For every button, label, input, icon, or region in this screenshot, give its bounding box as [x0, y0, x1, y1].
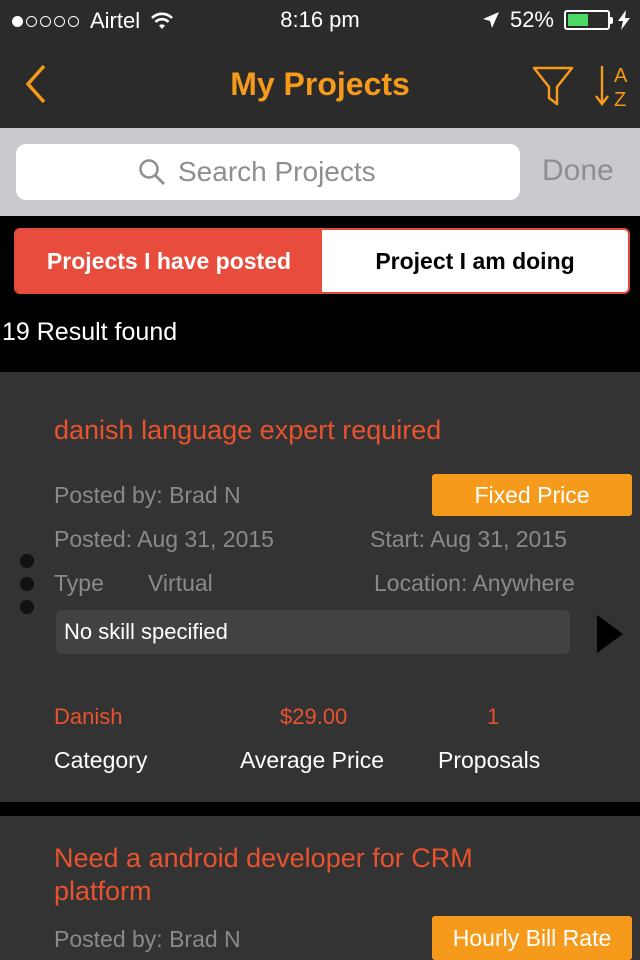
- svg-text:A: A: [614, 65, 628, 87]
- search-input[interactable]: [178, 156, 398, 188]
- status-bar: Airtel 8:16 pm 52%: [0, 0, 640, 40]
- battery-icon: [564, 10, 613, 30]
- type-label: Type: [54, 570, 104, 596]
- location-arrow-icon: [482, 12, 499, 28]
- filter-icon[interactable]: [532, 64, 574, 108]
- location: Location: Anywhere: [374, 570, 575, 596]
- search-field[interactable]: [16, 144, 520, 200]
- price-type-badge: Hourly Bill Rate: [432, 916, 632, 960]
- play-arrow-icon[interactable]: [596, 614, 624, 654]
- svg-text:Z: Z: [614, 89, 626, 110]
- project-title-line: platform: [54, 876, 152, 906]
- posted-date: Posted: Aug 31, 2015: [54, 526, 274, 552]
- type-value: Virtual: [148, 570, 213, 596]
- project-title-line: Need a android developer for CRM: [54, 843, 473, 873]
- results-count: 19 Result found: [2, 318, 178, 346]
- proposals-value: 1: [487, 704, 500, 729]
- category-value: Danish: [54, 704, 123, 729]
- start-date: Start: Aug 31, 2015: [370, 526, 567, 552]
- search-icon: [139, 159, 165, 185]
- status-right: 52%: [482, 7, 630, 33]
- project-title[interactable]: Need a android developer for CRM platfor…: [54, 842, 473, 908]
- charging-bolt-icon: [618, 10, 630, 30]
- category-label: Category: [54, 747, 148, 773]
- project-card[interactable]: Need a android developer for CRM platfor…: [0, 816, 640, 960]
- posted-by: Posted by: Brad N: [54, 926, 241, 952]
- sort-az-icon[interactable]: A Z: [594, 62, 632, 110]
- more-options-icon[interactable]: [20, 554, 34, 614]
- project-card[interactable]: danish language expert required Posted b…: [0, 372, 640, 802]
- proposals-label: Proposals: [438, 747, 541, 773]
- price-type-badge: Fixed Price: [432, 474, 632, 516]
- posted-by: Posted by: Brad N: [54, 482, 241, 508]
- skills-field: No skill specified: [56, 610, 570, 654]
- battery-percent: 52%: [509, 7, 554, 32]
- project-title[interactable]: danish language expert required: [54, 414, 441, 447]
- tab-projects-posted[interactable]: Projects I have posted: [16, 230, 322, 292]
- segmented-control: Projects I have posted Project I am doin…: [14, 228, 630, 294]
- tab-projects-doing[interactable]: Project I am doing: [322, 230, 628, 292]
- navigation-bar: My Projects A Z: [0, 40, 640, 128]
- battery-fill: [568, 14, 588, 26]
- average-price-value: $29.00: [280, 704, 348, 729]
- search-bar: Done: [0, 128, 640, 216]
- average-price-label: Average Price: [240, 747, 385, 773]
- done-button[interactable]: Done: [542, 154, 614, 188]
